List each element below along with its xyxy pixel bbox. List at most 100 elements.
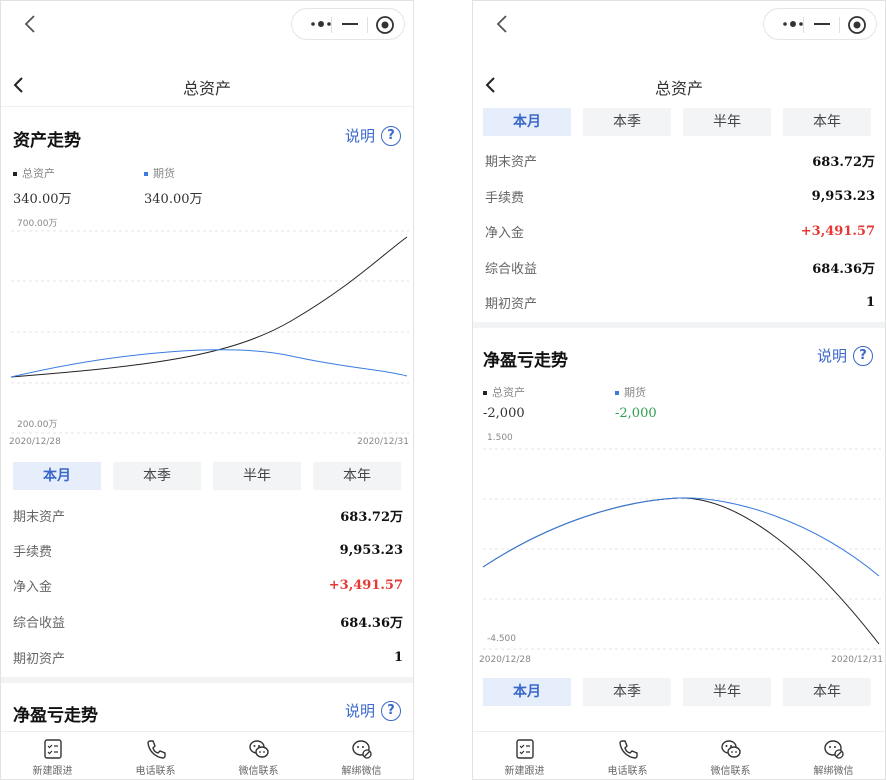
asset-trend-help-button[interactable]: 说明 ? [345, 125, 401, 146]
period-tab-month[interactable]: 本月 [483, 108, 571, 136]
capsule-divider [803, 17, 804, 33]
back-arrow-icon[interactable] [493, 13, 513, 35]
period-tab-quarter[interactable]: 本季 [583, 678, 671, 706]
tab-label: 解绑微信 [813, 766, 854, 777]
tab-label: 新建跟进 [504, 766, 545, 777]
asset-trend-title: 资产走势 [13, 131, 81, 151]
legend-futures: 期货 [615, 384, 646, 400]
tab-phone-contact[interactable]: 电话联系 [104, 732, 207, 779]
legend-total: 总资产 [483, 384, 525, 400]
help-label: 说明 [344, 702, 375, 720]
period-tab-month[interactable]: 本月 [13, 462, 101, 490]
wechat-unbind-icon [823, 740, 844, 759]
period-tab-year[interactable]: 本年 [783, 108, 871, 136]
total-asset-line [482, 497, 880, 645]
phone-screen-right: 总资产 本月 本季 半年 本年 期末资产 683.72万 手续费 9,953.23 … [472, 0, 886, 780]
legend-dot-total [483, 391, 487, 395]
minimize-icon[interactable] [342, 23, 358, 25]
tab-new-followup[interactable]: 新建跟进 [1, 732, 104, 779]
phone-screen-left: 总资产 资产走势 说明 ? 总资产 期货 340.00万 340.00万 700… [0, 0, 414, 780]
tab-label: 微信联系 [710, 766, 751, 777]
period-selector: 本月 本季 半年 本年 [13, 462, 401, 490]
capsule-divider [839, 17, 840, 33]
legend-futures-value: -2,000 [615, 406, 657, 421]
miniprogram-capsule [763, 8, 877, 40]
period-selector: 本月 本季 半年 本年 [483, 108, 871, 136]
pnl-trend-help-button[interactable]: 说明 ? [817, 345, 873, 366]
wechat-unbind-icon [351, 740, 372, 759]
legend-futures-value: 340.00万 [144, 192, 203, 207]
close-target-icon[interactable] [375, 15, 395, 35]
wechat-title-bar [473, 1, 885, 49]
legend-total-value: 340.00万 [13, 192, 72, 207]
y-axis-top-label: 1.500 [487, 433, 513, 443]
summary-row-fee: 手续费 9,953.23 [485, 188, 875, 206]
bottom-tab-bar: 新建跟进 电话联系 微信联系 解绑微信 [473, 731, 885, 779]
close-target-icon[interactable] [847, 15, 867, 35]
phone-icon [618, 740, 638, 759]
period-tab-half-year[interactable]: 半年 [683, 108, 771, 136]
period-tab-quarter[interactable]: 本季 [113, 462, 201, 490]
period-tab-month[interactable]: 本月 [483, 678, 571, 706]
legend-total-value: -2,000 [483, 406, 525, 421]
x-axis-start-label: 2020/12/28 [479, 655, 531, 665]
tab-label: 解绑微信 [341, 766, 382, 777]
period-tab-quarter[interactable]: 本季 [583, 108, 671, 136]
page-title: 总资产 [654, 79, 703, 98]
summary-row-total-return: 综合收益 684.36万 [485, 261, 875, 277]
checklist-icon [43, 739, 62, 759]
question-icon: ? [381, 125, 401, 146]
tab-label: 电话联系 [607, 766, 648, 777]
tab-new-followup[interactable]: 新建跟进 [473, 732, 576, 779]
question-icon: ? [381, 700, 401, 721]
tab-unbind-wechat[interactable]: 解绑微信 [782, 732, 885, 779]
futures-line [10, 349, 408, 378]
summary-row-beginning-assets: 期初资产 1 [13, 649, 403, 667]
summary-row-fee: 手续费 9,953.23 [13, 542, 403, 560]
bottom-tab-bar: 新建跟进 电话联系 微信联系 解绑微信 [1, 731, 413, 779]
legend-futures: 期货 [144, 165, 175, 181]
tab-unbind-wechat[interactable]: 解绑微信 [310, 732, 413, 779]
period-tab-half-year[interactable]: 半年 [213, 462, 301, 490]
tab-wechat-contact[interactable]: 微信联系 [679, 732, 782, 779]
capsule-divider [331, 17, 332, 33]
tab-phone-contact[interactable]: 电话联系 [576, 732, 679, 779]
period-tab-half-year[interactable]: 半年 [683, 678, 771, 706]
period-selector: 本月 本季 半年 本年 [483, 678, 871, 706]
summary-row-ending-assets: 期末资产 683.72万 [485, 154, 875, 170]
pnl-trend-title: 净盈亏走势 [483, 351, 568, 371]
section-divider [473, 322, 885, 328]
asset-trend-chart [10, 230, 409, 434]
help-label: 说明 [816, 347, 847, 365]
pnl-trend-title: 净盈亏走势 [13, 706, 98, 726]
capsule-divider [367, 17, 368, 33]
phone-icon [146, 740, 166, 759]
legend-dot-futures [144, 172, 148, 176]
question-icon: ? [853, 345, 873, 366]
more-icon[interactable] [782, 18, 804, 30]
x-axis-start-label: 2020/12/28 [9, 437, 61, 447]
summary-row-net-deposit: 净入金 +3,491.57 [485, 223, 875, 241]
summary-row-total-return: 综合收益 684.36万 [13, 615, 403, 631]
section-divider [1, 677, 413, 683]
tab-label: 新建跟进 [32, 766, 73, 777]
minimize-icon[interactable] [814, 23, 830, 25]
wechat-icon [720, 740, 741, 758]
summary-row-ending-assets: 期末资产 683.72万 [13, 509, 403, 525]
period-tab-year[interactable]: 本年 [313, 462, 401, 490]
futures-line [482, 497, 880, 577]
tab-wechat-contact[interactable]: 微信联系 [207, 732, 310, 779]
legend-dot-futures [615, 391, 619, 395]
more-icon[interactable] [310, 18, 332, 30]
pnl-trend-help-button[interactable]: 说明 ? [345, 700, 401, 721]
pnl-trend-chart [482, 448, 881, 650]
back-arrow-icon[interactable] [21, 13, 41, 35]
summary-row-beginning-assets: 期初资产 1 [485, 294, 875, 312]
period-tab-year[interactable]: 本年 [783, 678, 871, 706]
tab-label: 微信联系 [238, 766, 279, 777]
summary-row-net-deposit: 净入金 +3,491.57 [13, 577, 403, 595]
checklist-icon [515, 739, 534, 759]
page-title: 总资产 [182, 79, 231, 98]
legend-total: 总资产 [13, 165, 55, 181]
tab-label: 电话联系 [135, 766, 176, 777]
